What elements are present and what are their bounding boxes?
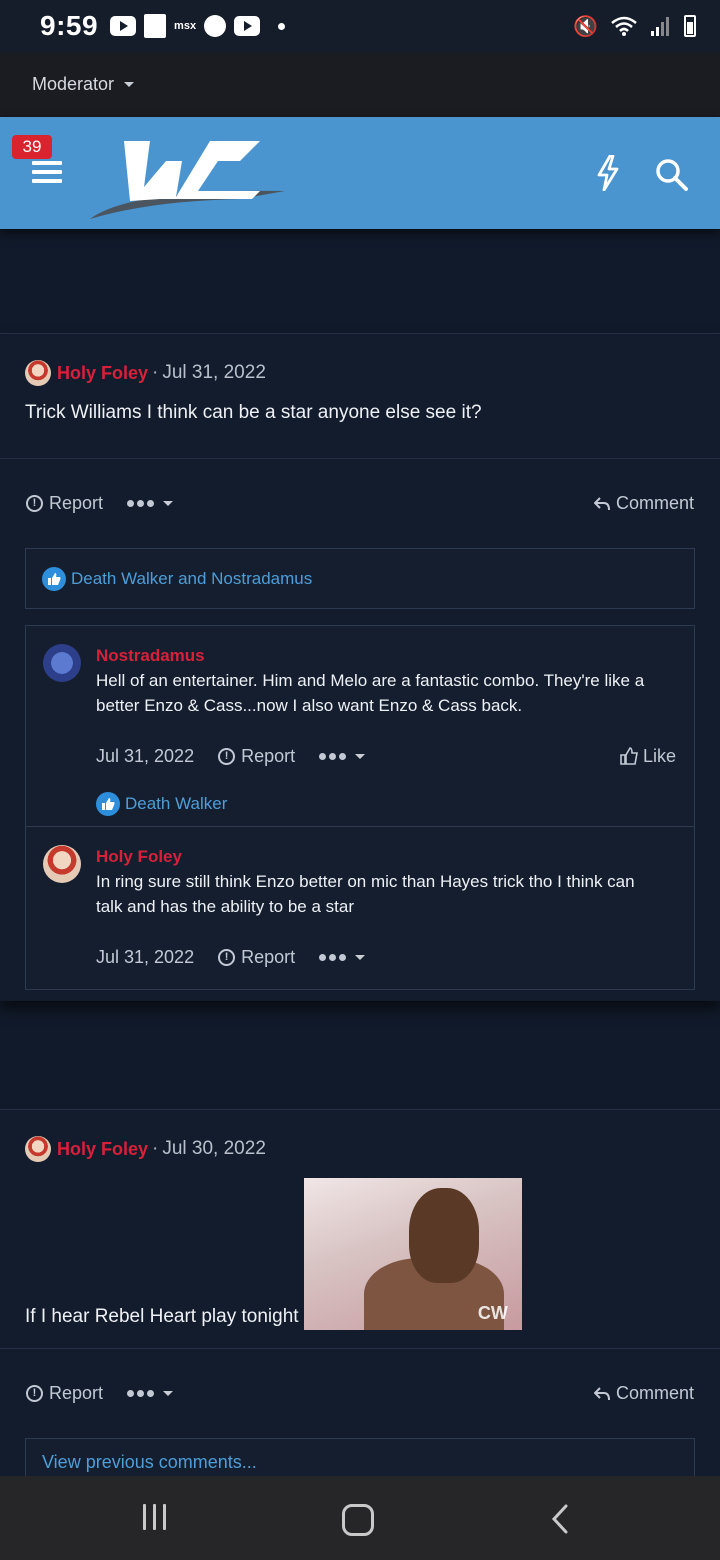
reaction-summary[interactable]: Death Walker and Nostradamus — [25, 548, 695, 609]
comment-text: In ring sure still think Enzo better on … — [96, 872, 635, 916]
comment-button[interactable]: Comment — [593, 493, 694, 514]
comment-text: Hell of an entertainer. Him and Melo are… — [96, 671, 645, 715]
report-button[interactable]: ! Report — [218, 947, 295, 968]
report-icon: ! — [26, 1385, 43, 1402]
like-button[interactable]: Like — [620, 746, 676, 767]
more-options-button[interactable] — [319, 752, 366, 760]
avatar[interactable] — [25, 1136, 51, 1162]
chevron-down-icon — [124, 82, 135, 87]
report-button[interactable]: ! Report — [218, 746, 295, 767]
messenger-icon — [204, 15, 227, 37]
avatar[interactable] — [43, 644, 81, 682]
chevron-down-icon — [355, 753, 366, 759]
more-notifications-icon — [278, 22, 286, 30]
reaction-users[interactable]: Death Walker and Nostradamus — [71, 569, 312, 589]
comment-date[interactable]: Jul 31, 2022 — [96, 947, 194, 968]
post-actions: ! Report Comment — [0, 458, 720, 548]
post-date[interactable]: Jul 30, 2022 — [162, 1138, 266, 1160]
report-button[interactable]: ! Report — [26, 493, 103, 514]
bolt-icon[interactable] — [596, 155, 620, 191]
like-icon — [96, 792, 120, 816]
reply-icon — [593, 1386, 610, 1400]
post-body: If I hear Rebel Heart play tonight CW — [0, 1178, 720, 1340]
comment-label: Comment — [615, 493, 694, 513]
comment-actions: Jul 31, 2022 ! Report — [96, 927, 694, 987]
post-author[interactable]: Holy Foley — [57, 363, 148, 384]
cw-watermark: CW — [477, 1303, 508, 1323]
chevron-down-icon — [355, 954, 366, 960]
avatar[interactable] — [25, 360, 51, 386]
battery-icon — [684, 15, 696, 37]
separator: · — [152, 1138, 159, 1159]
msx-icon: msx — [174, 20, 197, 32]
recents-icon[interactable] — [143, 1504, 171, 1532]
app-p-icon — [144, 14, 167, 38]
comment-actions: Jul 31, 2022 ! Report Like — [96, 726, 694, 786]
report-button[interactable]: ! Report — [26, 1383, 103, 1404]
moderator-menu[interactable]: Moderator — [32, 74, 114, 95]
comment: Nostradamus Hell of an entertainer. Him … — [26, 626, 694, 826]
mute-icon: 🔇 — [573, 15, 598, 38]
status-bar: 9:59 msx 🔇 — [0, 0, 720, 52]
more-options-button[interactable] — [127, 500, 174, 507]
post-header: Holy Foley · Jul 30, 2022 — [0, 1110, 720, 1188]
post-author[interactable]: Holy Foley — [57, 1139, 148, 1160]
chevron-down-icon — [163, 1391, 174, 1396]
report-icon: ! — [218, 948, 236, 966]
report-label: Report — [49, 493, 104, 513]
moderator-bar[interactable]: Moderator — [0, 52, 720, 117]
comment-reactions[interactable]: Death Walker — [96, 786, 694, 822]
avatar[interactable] — [43, 845, 81, 883]
comment-date[interactable]: Jul 31, 2022 — [96, 746, 194, 767]
comment: Holy Foley In ring sure still think Enzo… — [26, 826, 694, 989]
system-nav-bar — [0, 1476, 720, 1560]
menu-icon[interactable] — [32, 161, 64, 185]
post-text: If I hear Rebel Heart play tonight — [25, 1306, 299, 1327]
comment-button[interactable]: Comment — [593, 1383, 694, 1404]
like-label: Like — [642, 745, 676, 766]
status-time: 9:59 — [40, 10, 99, 41]
like-icon — [42, 566, 66, 591]
separator: · — [152, 362, 159, 383]
comment-author[interactable]: Nostradamus — [96, 646, 694, 666]
chevron-down-icon — [163, 501, 174, 506]
gif-image[interactable]: CW — [303, 1178, 522, 1330]
site-header — [0, 117, 720, 229]
reply-icon — [593, 496, 610, 510]
report-icon: ! — [26, 495, 43, 512]
reaction-users[interactable]: Death Walker — [125, 794, 227, 814]
site-logo[interactable] — [90, 139, 290, 225]
report-label: Report — [49, 1383, 104, 1403]
home-icon[interactable] — [342, 1504, 374, 1536]
report-label: Report — [241, 946, 296, 967]
back-icon[interactable] — [550, 1504, 570, 1534]
youtube-icon — [110, 16, 137, 36]
report-label: Report — [241, 745, 296, 766]
post-actions: ! Report Comment — [0, 1348, 720, 1438]
post: Holy Foley · Jul 30, 2022 If I hear Rebe… — [0, 1109, 720, 1486]
notification-badge[interactable]: 39 — [12, 135, 52, 159]
more-options-button[interactable] — [319, 953, 366, 961]
post-date[interactable]: Jul 31, 2022 — [162, 362, 266, 384]
report-icon: ! — [218, 747, 236, 765]
post: Holy Foley · Jul 31, 2022 Trick Williams… — [0, 333, 720, 1001]
notification-icons: msx — [110, 14, 286, 38]
signal-icon — [651, 17, 669, 36]
comment-list: Nostradamus Hell of an entertainer. Him … — [25, 625, 695, 990]
comment-author[interactable]: Holy Foley — [96, 847, 694, 867]
youtube-icon-2 — [234, 16, 261, 36]
search-icon[interactable] — [654, 157, 690, 193]
post-body: Trick Williams I think can be a star any… — [25, 402, 482, 423]
more-options-button[interactable] — [127, 1390, 174, 1397]
comment-label: Comment — [615, 1383, 694, 1403]
wifi-icon — [611, 16, 637, 36]
thumbs-up-icon — [620, 747, 638, 765]
